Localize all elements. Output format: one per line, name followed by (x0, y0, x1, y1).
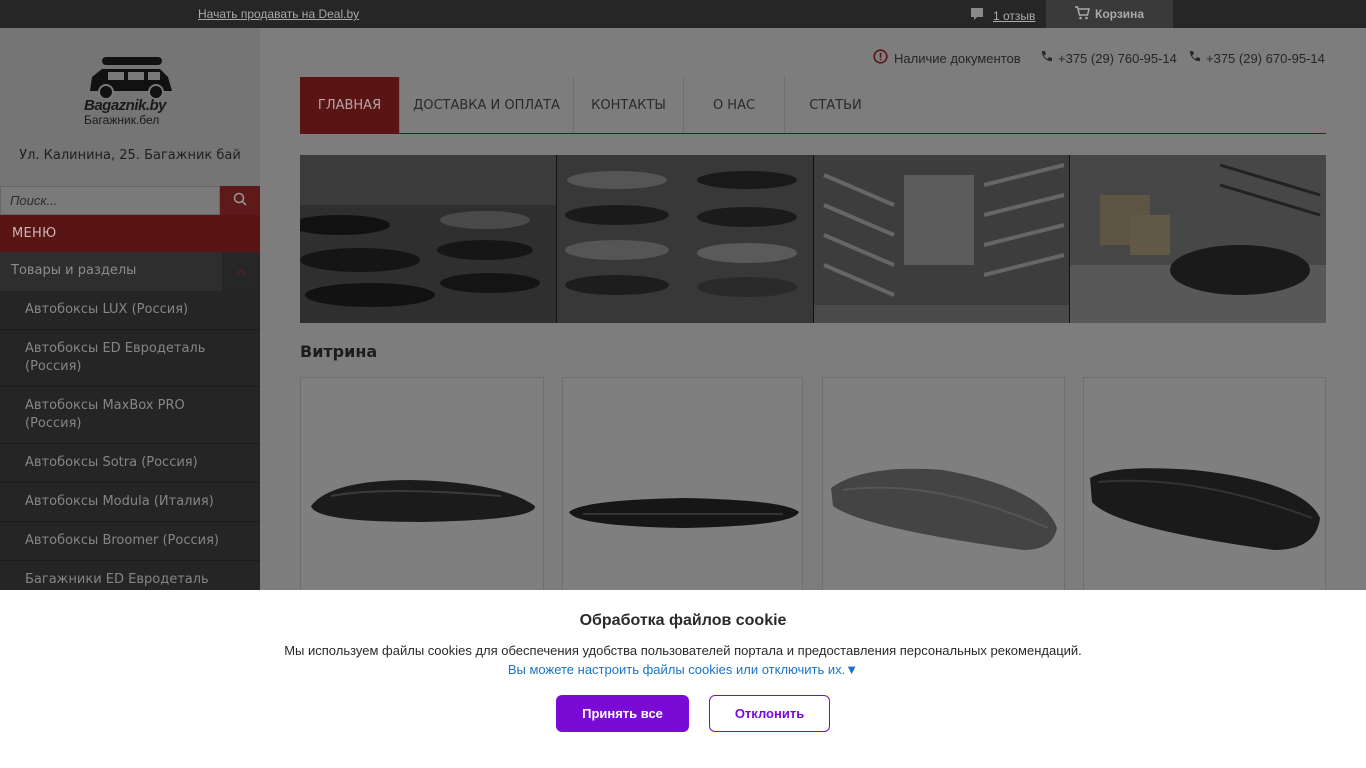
product-grid (300, 377, 1326, 607)
cart-label: Корзина (1095, 7, 1145, 21)
nav-delivery[interactable]: Доставка и оплата (400, 77, 574, 133)
top-bar: Начать продавать на Deal.by 1 отзыв Корз… (0, 0, 1366, 28)
logo-text: Bagaznik.by (84, 97, 167, 114)
roof-box-image (569, 498, 799, 528)
sidebar-item-broomer[interactable]: Автобоксы Broomer (Россия) (0, 522, 260, 561)
search-button[interactable] (220, 186, 260, 215)
cookie-banner: Обработка файлов cookie Мы используем фа… (0, 590, 1366, 768)
reviews-link[interactable]: 1 отзыв (970, 7, 1035, 24)
product-card[interactable] (1083, 377, 1326, 607)
search-icon (233, 192, 247, 210)
accept-all-button[interactable]: Принять все (556, 695, 689, 732)
logo-subtext: Багажник.бел (84, 113, 160, 127)
categories-header[interactable]: Товары и разделы (0, 252, 260, 291)
main-nav: Главная Доставка и оплата Контакты О нас… (300, 77, 1326, 134)
sidebar-item-lux[interactable]: Автобоксы LUX (Россия) (0, 291, 260, 330)
hero-banner[interactable] (300, 155, 1326, 323)
banner-photo-4 (1070, 155, 1326, 323)
roof-box-image (1090, 468, 1320, 550)
documents-info[interactable]: Наличие документов (873, 49, 1021, 67)
roof-box-image (311, 480, 536, 522)
search-bar (0, 186, 260, 215)
sidebar-item-maxbox[interactable]: Автобоксы MaxBox PRO (Россия) (0, 387, 260, 444)
phone-1[interactable]: +375 (29) 760-95-14 (1040, 49, 1177, 67)
banner-photo-3 (813, 155, 1071, 323)
banner-photo-2 (556, 155, 814, 323)
phone-1-label: +375 (29) 760-95-14 (1058, 50, 1177, 66)
sidebar-item-sotra[interactable]: Автобоксы Sotra (Россия) (0, 444, 260, 483)
phone-icon (1188, 50, 1200, 67)
phone-icon (1040, 50, 1052, 67)
roof-box-image (831, 468, 1057, 550)
menu-header: МЕНЮ (0, 215, 260, 252)
cookie-title: Обработка файлов cookie (579, 612, 787, 629)
search-input[interactable] (0, 186, 220, 215)
start-selling-link[interactable]: Начать продавать на Deal.by (198, 7, 359, 21)
product-card[interactable] (822, 377, 1065, 607)
cart-button[interactable]: Корзина (1046, 0, 1173, 28)
banner-photo-1 (300, 155, 557, 323)
phone-2-label: +375 (29) 670-95-14 (1206, 50, 1325, 66)
site-logo[interactable]: Bagaznik.by Багажник.бел (80, 55, 180, 130)
nav-articles[interactable]: Статьи (785, 77, 886, 133)
reviews-label: 1 отзыв (993, 8, 1036, 23)
sidebar-item-modula[interactable]: Автобоксы Modula (Италия) (0, 483, 260, 522)
showcase-title: Витрина (300, 342, 378, 361)
sidebar-item-ed[interactable]: Автобоксы ED Евродеталь (Россия) (0, 330, 260, 387)
documents-label: Наличие документов (894, 50, 1021, 66)
category-list: Автобоксы LUX (Россия) Автобоксы ED Евро… (0, 291, 260, 600)
nav-home[interactable]: Главная (300, 77, 400, 133)
chevron-up-icon[interactable] (222, 252, 260, 291)
product-card[interactable] (300, 377, 544, 607)
comment-icon (970, 7, 984, 24)
nav-contacts[interactable]: Контакты (574, 77, 684, 133)
categories-header-label: Товары и разделы (11, 263, 137, 278)
store-address: Ул. Калинина, 25. Багажник бай (19, 148, 241, 163)
car-logo-icon (90, 57, 172, 100)
cookie-settings-link[interactable]: Вы можете настроить файлы cookies или от… (0, 662, 1366, 677)
alert-icon (873, 49, 888, 67)
phone-2[interactable]: +375 (29) 670-95-14 (1188, 49, 1325, 67)
nav-about[interactable]: О нас (684, 77, 785, 133)
cookie-message: Мы используем файлы cookies для обеспече… (284, 643, 1082, 658)
cart-icon (1074, 5, 1090, 23)
product-card[interactable] (562, 377, 803, 607)
decline-button[interactable]: Отклонить (709, 695, 830, 732)
